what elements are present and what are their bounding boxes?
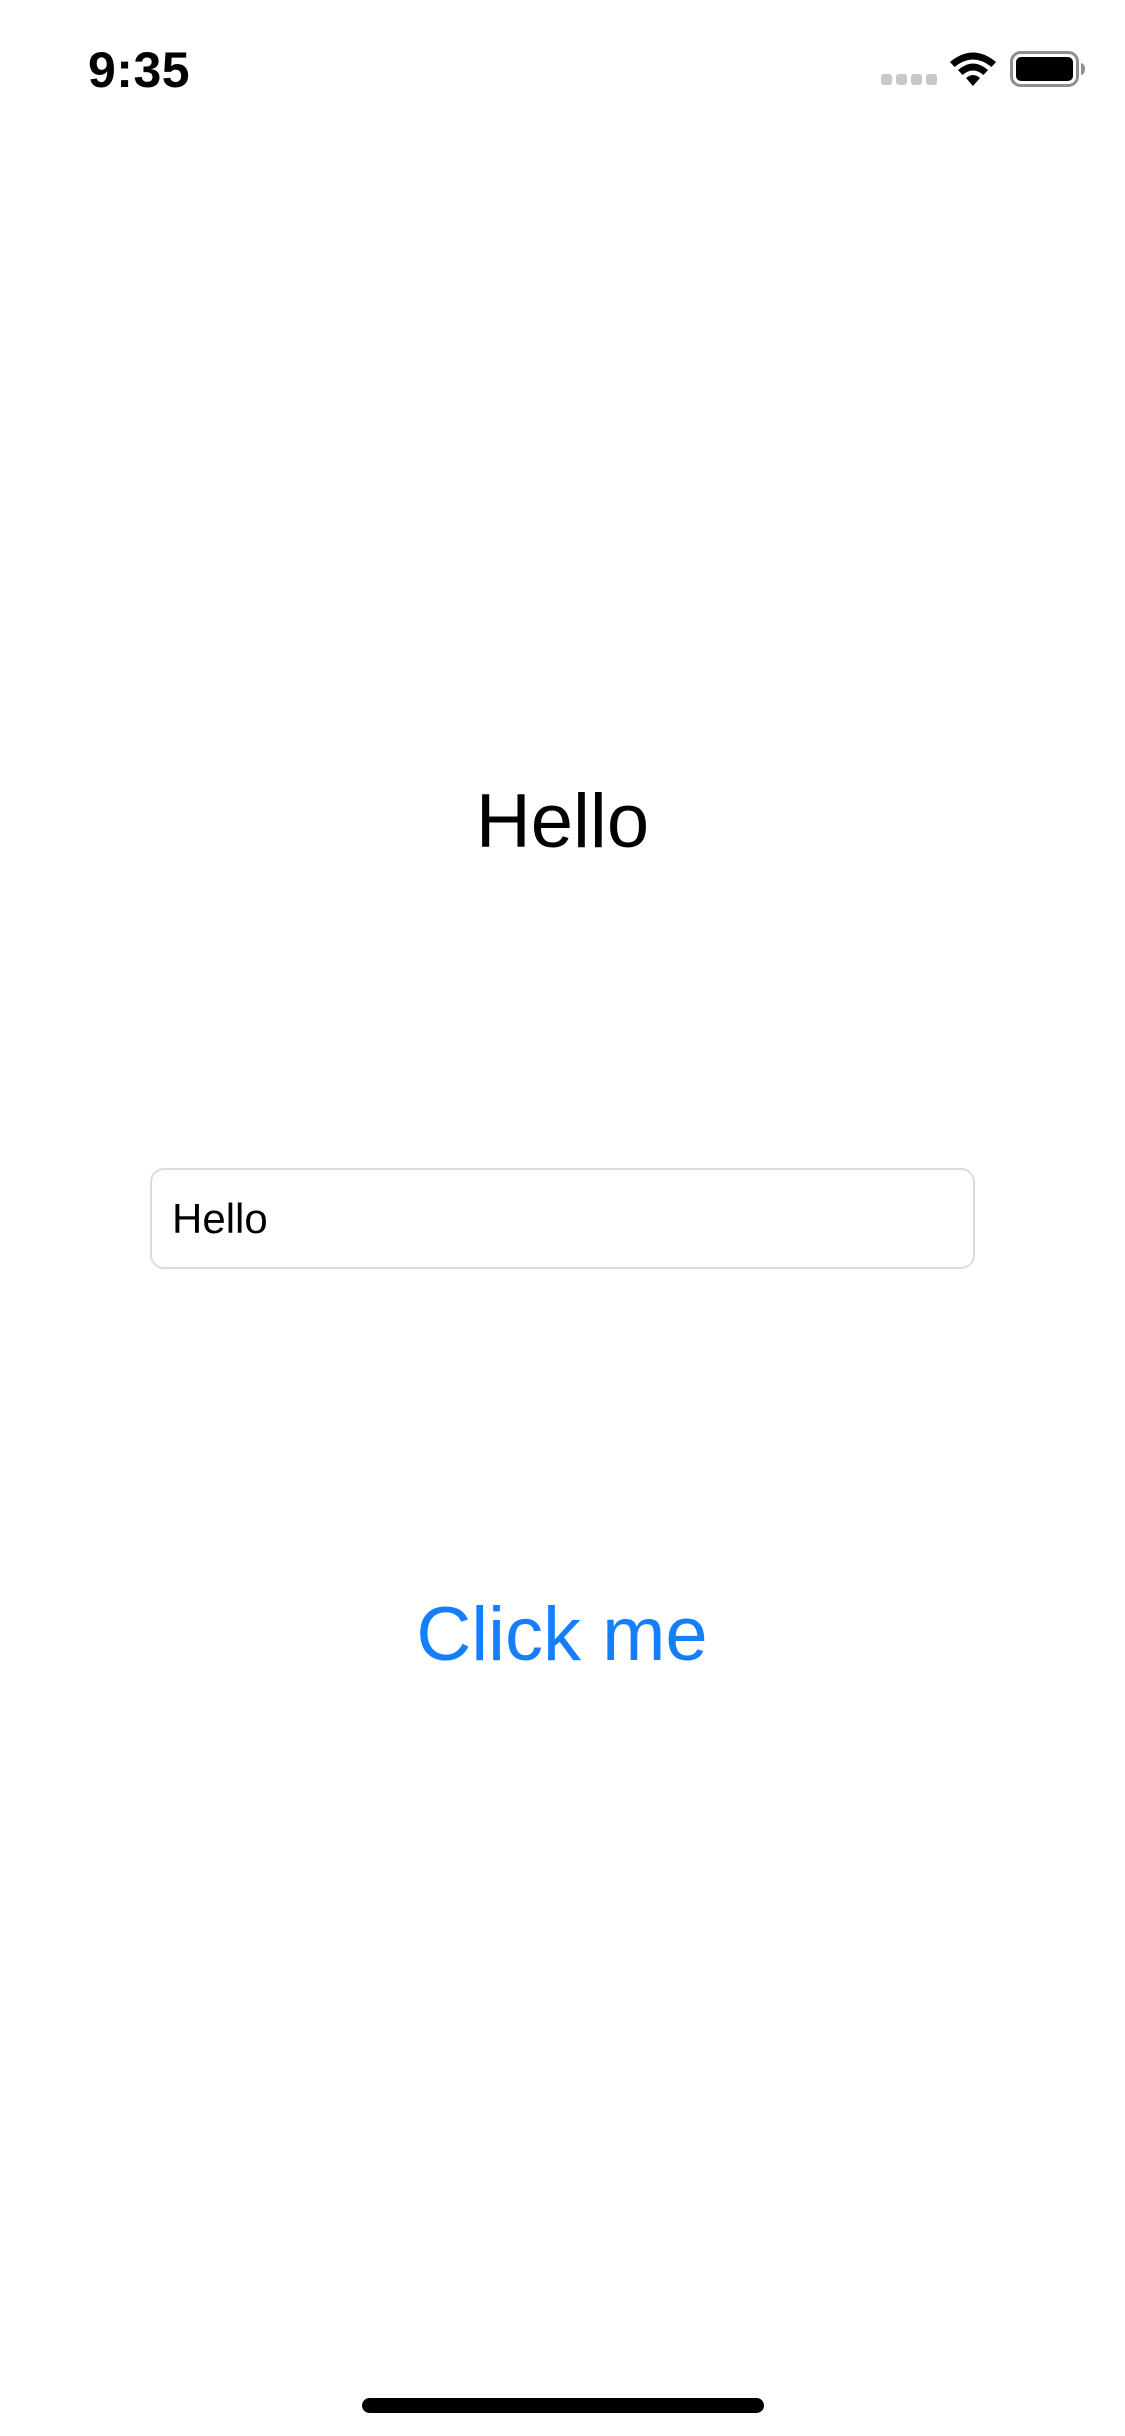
wifi-icon bbox=[950, 52, 996, 86]
text-input[interactable] bbox=[150, 1168, 975, 1269]
home-indicator[interactable] bbox=[362, 2398, 764, 2413]
battery-icon bbox=[1010, 51, 1085, 87]
click-me-button[interactable]: Click me bbox=[362, 1580, 762, 1690]
cellular-signal-icon bbox=[881, 74, 937, 86]
hello-label: Hello bbox=[475, 779, 650, 864]
status-bar: 9:35 bbox=[0, 0, 1125, 140]
status-time: 9:35 bbox=[88, 42, 191, 98]
